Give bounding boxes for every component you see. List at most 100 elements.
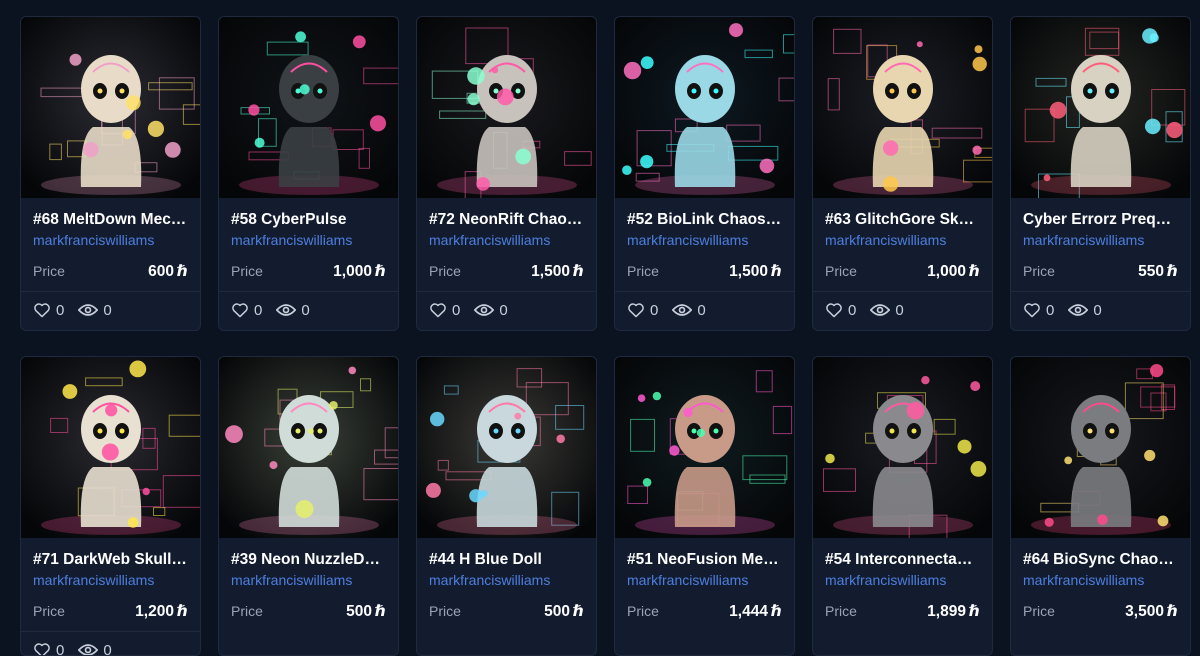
stats-bar: 0 0 [615, 291, 794, 328]
nft-title[interactable]: #68 MeltDown Mec… [33, 210, 188, 230]
nft-card[interactable]: #58 CyberPulse markfranciswilliams Price… [218, 16, 399, 331]
price-label: Price [429, 603, 461, 619]
nft-title[interactable]: #58 CyberPulse [231, 210, 386, 230]
creator-link[interactable]: markfranciswilliams [627, 231, 782, 249]
creator-link[interactable]: markfranciswilliams [429, 231, 584, 249]
creator-link[interactable]: markfranciswilliams [627, 571, 782, 589]
hbar-symbol: ℏ [771, 603, 782, 620]
heart-icon [33, 302, 51, 318]
eye-icon [78, 643, 98, 656]
view-count: 0 [103, 302, 111, 319]
like-button[interactable]: 0 [33, 302, 64, 319]
creator-link[interactable]: markfranciswilliams [1023, 231, 1178, 249]
view-count: 0 [301, 302, 309, 319]
price-label: Price [627, 263, 659, 279]
nft-thumbnail[interactable] [1011, 17, 1191, 198]
nft-thumbnail[interactable] [219, 357, 399, 538]
price-row: Price 600ℏ [33, 261, 188, 281]
stats-bar: 0 0 [417, 291, 596, 328]
nft-thumbnail[interactable] [21, 17, 201, 198]
nft-thumbnail[interactable] [1011, 357, 1191, 538]
price-row: Price 1,444ℏ [627, 601, 782, 621]
price-value: 550ℏ [1138, 262, 1178, 281]
creator-link[interactable]: markfranciswilliams [825, 571, 980, 589]
nft-thumbnail[interactable] [615, 357, 795, 538]
nft-card[interactable]: #54 InterconnectaT… markfranciswilliams … [812, 356, 993, 656]
price-value: 1,500ℏ [729, 262, 782, 281]
views-stat: 0 [276, 302, 309, 319]
price-amount: 500 [346, 603, 372, 620]
nft-title[interactable]: #51 NeoFusion Me… [627, 550, 782, 570]
creator-link[interactable]: markfranciswilliams [429, 571, 584, 589]
nft-card[interactable]: #51 NeoFusion Me… markfranciswilliams Pr… [614, 356, 795, 656]
price-value: 600ℏ [148, 262, 188, 281]
nft-title[interactable]: #54 InterconnectaT… [825, 550, 980, 570]
nft-card[interactable]: #44 H Blue Doll markfranciswilliams Pric… [416, 356, 597, 656]
stats-bar: 0 0 [813, 291, 992, 328]
nft-card[interactable]: #72 NeonRift Chao… markfranciswilliams P… [416, 16, 597, 331]
price-row: Price 1,500ℏ [429, 261, 584, 281]
price-amount: 1,000 [333, 263, 372, 280]
views-stat: 0 [870, 302, 903, 319]
price-amount: 1,000 [927, 263, 966, 280]
price-row: Price 500ℏ [231, 601, 386, 621]
price-amount: 1,200 [135, 603, 174, 620]
nft-card[interactable]: #63 GlitchGore Sk… markfranciswilliams P… [812, 16, 993, 331]
price-row: Price 550ℏ [1023, 261, 1178, 281]
nft-title[interactable]: #71 DarkWeb Skull… [33, 550, 188, 570]
hbar-symbol: ℏ [573, 603, 584, 620]
creator-link[interactable]: markfranciswilliams [825, 231, 980, 249]
price-label: Price [1023, 603, 1055, 619]
nft-card[interactable]: #71 DarkWeb Skull… markfranciswilliams P… [20, 356, 201, 656]
eye-icon [870, 303, 890, 317]
nft-title[interactable]: Cyber Errorz Prequ… [1023, 210, 1178, 230]
like-button[interactable]: 0 [231, 302, 262, 319]
price-value: 1,000ℏ [927, 262, 980, 281]
creator-link[interactable]: markfranciswilliams [231, 231, 386, 249]
like-button[interactable]: 0 [33, 642, 64, 656]
views-stat: 0 [1068, 302, 1101, 319]
like-count: 0 [848, 302, 856, 319]
nft-thumbnail[interactable] [21, 357, 201, 538]
nft-thumbnail[interactable] [417, 17, 597, 198]
nft-title[interactable]: #63 GlitchGore Sk… [825, 210, 980, 230]
creator-link[interactable]: markfranciswilliams [33, 571, 188, 589]
hbar-symbol: ℏ [375, 603, 386, 620]
nft-thumbnail[interactable] [219, 17, 399, 198]
heart-icon [825, 302, 843, 318]
nft-title[interactable]: #72 NeonRift Chao… [429, 210, 584, 230]
nft-title[interactable]: #44 H Blue Doll [429, 550, 584, 570]
nft-thumbnail[interactable] [615, 17, 795, 198]
price-amount: 1,444 [729, 603, 768, 620]
price-label: Price [627, 603, 659, 619]
creator-link[interactable]: markfranciswilliams [231, 571, 386, 589]
like-count: 0 [56, 642, 64, 656]
like-button[interactable]: 0 [1023, 302, 1054, 319]
price-amount: 1,500 [531, 263, 570, 280]
creator-link[interactable]: markfranciswilliams [33, 231, 188, 249]
view-count: 0 [697, 302, 705, 319]
price-label: Price [1023, 263, 1055, 279]
views-stat: 0 [78, 642, 111, 656]
nft-thumbnail[interactable] [813, 17, 993, 198]
creator-link[interactable]: markfranciswilliams [1023, 571, 1178, 589]
views-stat: 0 [474, 302, 507, 319]
like-button[interactable]: 0 [429, 302, 460, 319]
nft-card[interactable]: Cyber Errorz Prequ… markfranciswilliams … [1010, 16, 1191, 331]
nft-card[interactable]: #64 BioSync Chao… markfranciswilliams Pr… [1010, 356, 1191, 656]
nft-title[interactable]: #64 BioSync Chao… [1023, 550, 1178, 570]
views-stat: 0 [672, 302, 705, 319]
nft-card[interactable]: #52 BioLink Chaos… markfranciswilliams P… [614, 16, 795, 331]
nft-card[interactable]: #39 Neon NuzzleD… markfranciswilliams Pr… [218, 356, 399, 656]
like-button[interactable]: 0 [627, 302, 658, 319]
like-button[interactable]: 0 [825, 302, 856, 319]
nft-thumbnail[interactable] [417, 357, 597, 538]
price-row: Price 1,500ℏ [627, 261, 782, 281]
price-amount: 3,500 [1125, 603, 1164, 620]
nft-title[interactable]: #39 Neon NuzzleD… [231, 550, 386, 570]
nft-thumbnail[interactable] [813, 357, 993, 538]
nft-card[interactable]: #68 MeltDown Mec… markfranciswilliams Pr… [20, 16, 201, 331]
stats-bar: 0 0 [21, 291, 200, 328]
hbar-symbol: ℏ [771, 263, 782, 280]
nft-title[interactable]: #52 BioLink Chaos… [627, 210, 782, 230]
